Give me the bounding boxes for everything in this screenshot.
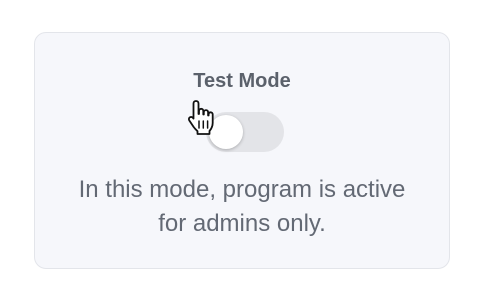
- card-description: In this mode, program is active for admi…: [35, 173, 449, 241]
- description-line-1: In this mode, program is active: [78, 176, 406, 203]
- description-line-2: for admins only.: [158, 210, 326, 237]
- test-mode-toggle[interactable]: [206, 112, 284, 152]
- toggle-knob[interactable]: [209, 115, 243, 149]
- test-mode-card: Test Mode In this mode, program is activ…: [34, 32, 450, 269]
- card-title: Test Mode: [193, 70, 291, 92]
